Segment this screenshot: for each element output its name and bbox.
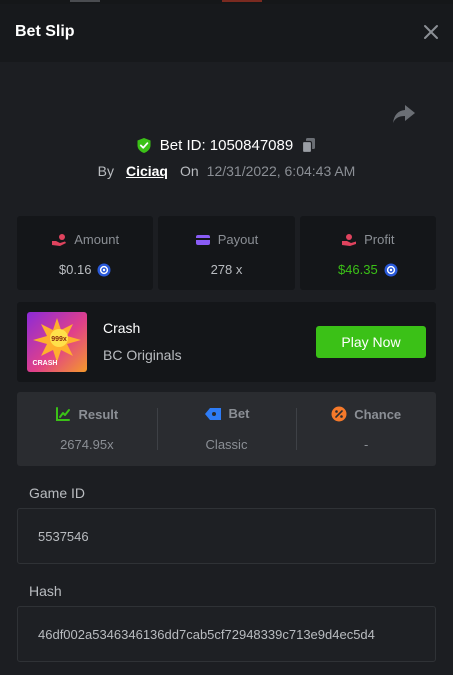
game-name: Crash <box>103 320 141 336</box>
share-button[interactable] <box>391 102 417 126</box>
profit-value: $46.35 <box>337 262 378 277</box>
copy-icon <box>302 137 316 153</box>
amount-stat: Amount $0.16 <box>17 216 154 290</box>
hand-coins-icon <box>52 233 67 246</box>
background-fragment <box>222 0 262 2</box>
chance-col: Chance - <box>296 392 436 466</box>
game-thumbnail[interactable]: 999x CRASH <box>27 312 87 372</box>
modal-title: Bet Slip <box>15 23 75 40</box>
payout-stat: Payout 278 x <box>158 216 295 290</box>
profit-label: Profit <box>364 232 395 247</box>
on-label: On <box>179 163 199 179</box>
game-provider: BC Originals <box>103 347 182 363</box>
svg-text:999x: 999x <box>51 336 67 343</box>
payout-label: Payout <box>217 232 259 247</box>
coin-icon <box>97 263 111 276</box>
wallet-icon <box>195 234 210 245</box>
bet-info-row: Result 2674.95x Bet Classic Chance - <box>17 392 436 466</box>
payout-value: 278 x <box>210 262 243 277</box>
game-id-field[interactable]: 5537546 <box>17 508 436 564</box>
play-now-button[interactable]: Play Now <box>316 326 426 358</box>
crash-thumbnail-art: 999x CRASH <box>27 312 87 372</box>
bet-col: Bet Classic <box>156 392 297 466</box>
game-card: 999x CRASH Crash BC Originals Play Now <box>17 302 436 382</box>
bet-byline: By Ciciaq On 12/31/2022, 6:04:43 AM <box>0 161 453 181</box>
profit-hand-icon <box>342 233 357 246</box>
percent-icon <box>331 406 347 422</box>
ticket-icon <box>204 407 221 420</box>
amount-value: $0.16 <box>58 262 92 277</box>
background-fragment <box>70 0 100 2</box>
result-label: Result <box>78 406 119 422</box>
game-id-value: 5537546 <box>38 529 89 544</box>
hash-value: 46df002a5346346136dd7cab5cf72948339c713e… <box>38 627 375 642</box>
bet-label: Bet <box>228 406 250 421</box>
chance-label: Chance <box>354 406 402 422</box>
user-link[interactable]: Ciciaq <box>126 163 168 179</box>
chance-value: - <box>364 437 369 452</box>
amount-label: Amount <box>74 232 120 247</box>
bet-value: Classic <box>205 437 248 452</box>
svg-text:CRASH: CRASH <box>33 360 58 367</box>
shield-check-icon <box>137 137 151 153</box>
bet-id: Bet ID: 1050847089 <box>159 136 294 154</box>
bet-date: 12/31/2022, 6:04:43 AM <box>206 163 356 179</box>
by-label: By <box>97 163 114 179</box>
copy-button[interactable] <box>301 137 317 154</box>
hash-field[interactable]: 46df002a5346346136dd7cab5cf72948339c713e… <box>17 606 436 662</box>
result-value: 2674.95x <box>60 437 114 452</box>
game-id-label: Game ID <box>29 485 86 501</box>
close-icon <box>424 25 438 39</box>
result-col: Result 2674.95x <box>17 392 157 466</box>
profit-stat: Profit $46.35 <box>299 216 436 290</box>
bet-id-row: Bet ID: 1050847089 <box>0 134 453 156</box>
coin-icon <box>384 263 398 276</box>
share-icon <box>393 105 415 123</box>
bet-stats: Amount $0.16 Payout 278 x Profit $46.35 <box>17 216 436 290</box>
hash-label: Hash <box>29 583 62 599</box>
close-button[interactable] <box>420 21 442 43</box>
bet-slip-header: Bet Slip <box>0 4 453 62</box>
result-chart-icon <box>56 407 71 421</box>
